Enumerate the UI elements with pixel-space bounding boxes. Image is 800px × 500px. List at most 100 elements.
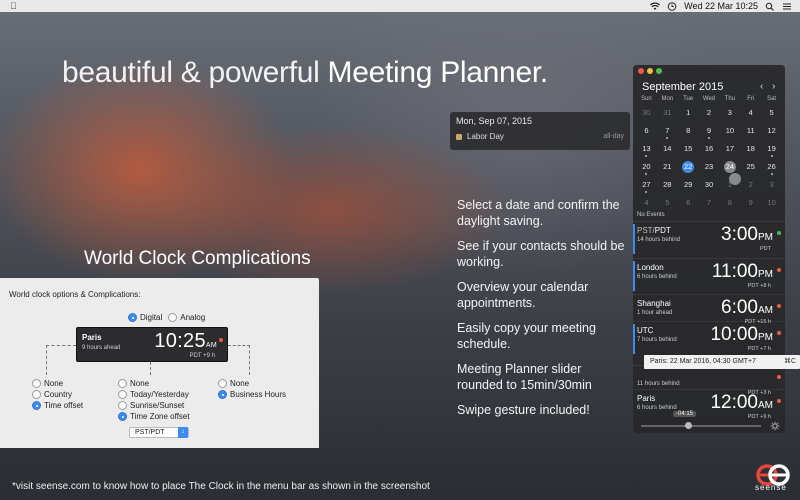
clock-ampm: AM <box>758 400 773 411</box>
analog-radio[interactable]: Analog <box>168 313 205 322</box>
calendar-day[interactable]: 2 <box>699 107 720 125</box>
list-icon[interactable] <box>782 2 792 11</box>
event-row[interactable]: Labor Day all-day <box>456 132 624 141</box>
radio-dot <box>32 401 41 410</box>
calendar-day[interactable]: 9 <box>699 125 720 143</box>
calendar-day-number: 27 <box>642 180 651 189</box>
preview-time: 10:25AM <box>154 330 217 353</box>
world-clock-row[interactable]: UTC 7 hours behind 10:00PM PDT +7 h <box>633 321 785 357</box>
chevron-updown-icon: ↕ <box>178 427 188 438</box>
calendar-day[interactable]: 27 <box>636 179 657 197</box>
world-clock-title: World Clock Complications <box>84 248 311 269</box>
calendar-day[interactable]: 7 <box>657 125 678 143</box>
clock-difference: 14 hours behind <box>637 237 681 243</box>
calendar-day[interactable]: 1 <box>678 107 699 125</box>
footnote: *visit seense.com to know how to place T… <box>12 481 430 492</box>
middle-option-sunrise-sunset[interactable]: Sunrise/Sunset <box>118 401 190 410</box>
middle-option-time-zone-offset[interactable]: Time Zone offset <box>118 412 190 421</box>
calendar-day[interactable]: 15 <box>678 143 699 161</box>
world-clock-row[interactable]: Paris 6 hours behind 12:00AM PDT +9 h <box>633 389 785 425</box>
left-option-none[interactable]: None <box>32 379 83 388</box>
calendar-day[interactable]: 9 <box>740 197 761 215</box>
apple-icon[interactable]:  <box>10 1 17 11</box>
calendar-day[interactable]: 8 <box>719 197 740 215</box>
calendar-day[interactable]: 11 <box>740 125 761 143</box>
no-events-label: No Events <box>637 212 665 218</box>
calendar-day[interactable]: 23 <box>699 161 720 179</box>
calendar-day[interactable]: 6 <box>678 197 699 215</box>
calendar-day[interactable]: 4 <box>740 107 761 125</box>
meeting-planner-slider[interactable] <box>641 422 761 429</box>
calendar-day[interactable]: 29 <box>678 179 699 197</box>
timezone-select[interactable]: PST/PDT ↕ <box>129 427 189 438</box>
menubar-datetime[interactable]: Wed 22 Mar 10:25 <box>684 1 758 11</box>
preview-ampm: AM <box>205 342 217 349</box>
calendar-day[interactable]: 6 <box>636 125 657 143</box>
right-option-business-hours[interactable]: Business Hours <box>218 390 286 399</box>
calendar-day[interactable]: 8 <box>678 125 699 143</box>
calendar-day[interactable]: 13 <box>636 143 657 161</box>
calendar-day[interactable]: 30 <box>636 107 657 125</box>
close-window-button[interactable] <box>638 68 644 74</box>
right-option-none[interactable]: None <box>218 379 286 388</box>
calendar-day[interactable]: 31 <box>657 107 678 125</box>
calendar-day[interactable]: 17 <box>719 143 740 161</box>
calendar-day[interactable]: 20 <box>636 161 657 179</box>
calendar-day[interactable]: 19 <box>761 143 782 161</box>
option-label: Time Zone offset <box>130 412 190 421</box>
clock-status-dot <box>777 399 781 403</box>
calendar-day[interactable]: 10 <box>719 125 740 143</box>
world-clock-row[interactable]: PST/PDT 14 hours behind 3:00PM PDT <box>633 221 785 257</box>
feature-item: Swipe gesture included! <box>457 403 590 417</box>
calendar-day[interactable]: 14 <box>657 143 678 161</box>
gear-icon[interactable] <box>770 421 780 431</box>
zoom-window-button[interactable] <box>656 68 662 74</box>
calendar-day[interactable]: 1 <box>719 179 740 197</box>
left-option-country[interactable]: Country <box>32 390 83 399</box>
middle-option-none[interactable]: None <box>118 379 190 388</box>
minimize-window-button[interactable] <box>647 68 653 74</box>
calendar-day[interactable]: 26 <box>761 161 782 179</box>
calendar-day[interactable]: 10 <box>761 197 782 215</box>
calendar-day-number: 1 <box>727 180 732 189</box>
clock-menubar-icon[interactable] <box>667 1 677 11</box>
calendar-day[interactable]: 5 <box>761 107 782 125</box>
calendar-week-row: 20 21 22 23 24 25 26 <box>636 161 782 185</box>
clock-city: PST/PDT <box>637 226 671 235</box>
left-option-time-offset[interactable]: Time offset <box>32 401 83 410</box>
calendar-day-number: 15 <box>683 144 693 153</box>
event-indicator-dot <box>645 191 648 193</box>
preview-offset: PDT +9 h <box>189 353 215 359</box>
calendar-day[interactable]: 3 <box>761 179 782 197</box>
next-month-button[interactable]: › <box>772 81 775 92</box>
calendar-day-number: 6 <box>686 198 691 207</box>
clock-offset: PDT +8 h <box>747 283 771 289</box>
radio-dot <box>32 390 41 399</box>
calendar-day-number: 9 <box>706 126 712 135</box>
calendar-day[interactable]: 25 <box>740 161 761 179</box>
slider-knob[interactable] <box>685 422 692 429</box>
calendar-day[interactable]: 12 <box>761 125 782 143</box>
calendar-day-number: 12 <box>767 126 776 135</box>
middle-option-today-yesterday[interactable]: Today/Yesterday <box>118 390 190 399</box>
timezone-select-value: PST/PDT <box>135 429 165 436</box>
search-icon[interactable] <box>765 2 775 11</box>
calendar-day[interactable]: 7 <box>699 197 720 215</box>
prev-month-button[interactable]: ‹ <box>760 81 763 92</box>
event-time: all-day <box>603 133 624 140</box>
calendar-day[interactable]: 30 <box>699 179 720 197</box>
calendar-day[interactable]: 22 <box>678 161 699 179</box>
world-clock-row[interactable]: London 6 hours behind 11:00PM PDT +8 h <box>633 258 785 294</box>
calendar-day[interactable]: 28 <box>657 179 678 197</box>
wifi-icon[interactable] <box>650 1 661 11</box>
calendar-day[interactable]: 24 <box>719 161 741 185</box>
calendar-day[interactable]: 21 <box>657 161 678 179</box>
event-indicator-dot <box>708 137 710 139</box>
clock-ampm: PM <box>758 232 773 243</box>
calendar-day[interactable]: 2 <box>740 179 761 197</box>
calendar-day[interactable]: 3 <box>719 107 740 125</box>
calendar-day[interactable]: 16 <box>699 143 720 161</box>
digital-radio[interactable]: Digital <box>128 313 162 322</box>
calendar-day[interactable]: 18 <box>740 143 761 161</box>
clock-time: 10:00PM <box>710 324 773 346</box>
